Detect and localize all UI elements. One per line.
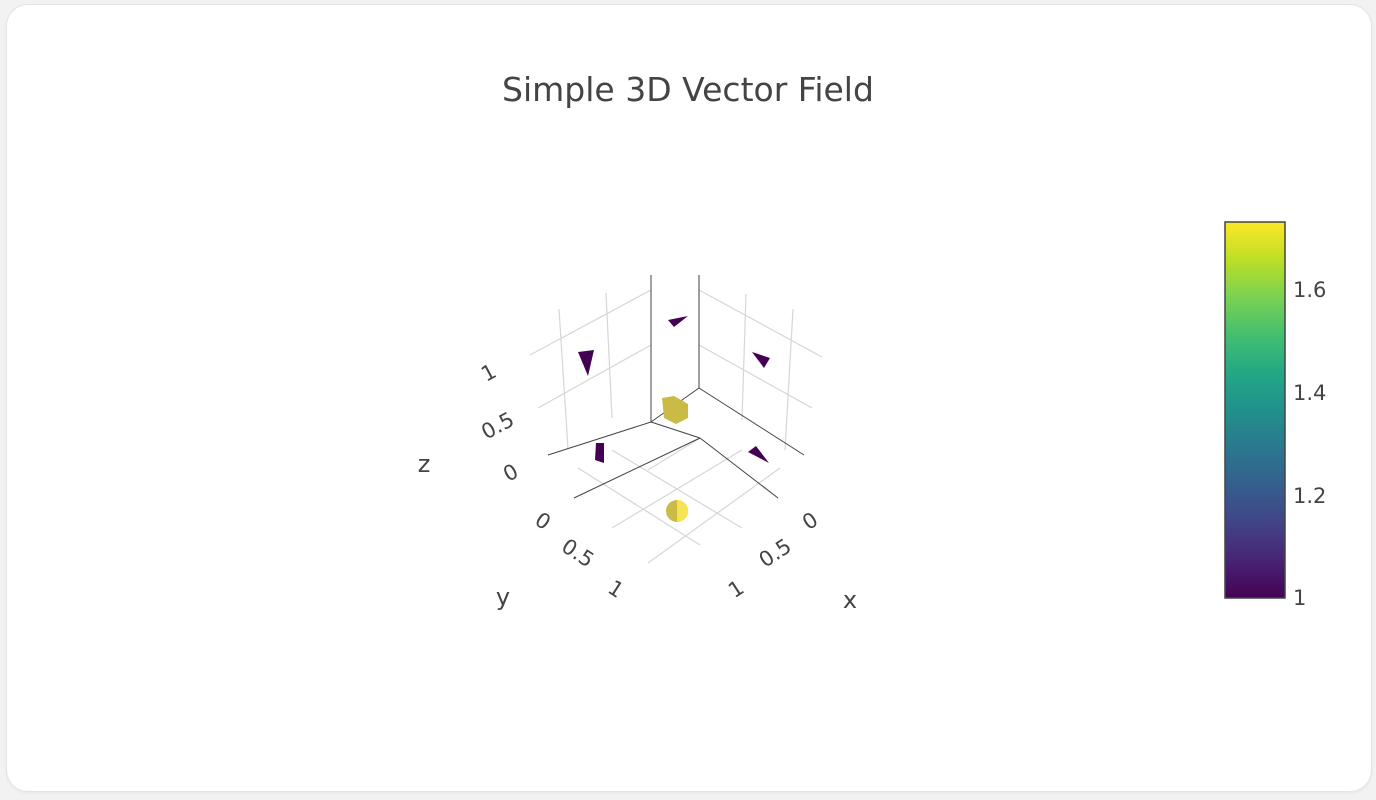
y-tick-label: 0 — [531, 507, 555, 534]
cone-mark — [677, 500, 688, 522]
cone-mark — [578, 350, 594, 376]
x-axis: 0 0.5 1 x — [724, 507, 857, 614]
cone-mark — [668, 316, 688, 327]
z-tick-label: 1 — [477, 359, 500, 386]
y-tick-label: 0.5 — [557, 534, 598, 572]
plot-area[interactable]: 1 0.5 0 z 0 0.5 1 y 0 0.5 1 x 1.6 1.4 1.… — [0, 0, 1376, 800]
colorbar-tick-label: 1.4 — [1293, 381, 1326, 405]
x-tick-label: 1 — [724, 575, 748, 602]
colorbar-tick-label: 1 — [1293, 586, 1306, 610]
z-tick-label: 0.5 — [477, 407, 518, 444]
cone-mark — [662, 396, 688, 424]
x-axis-title: x — [843, 586, 857, 614]
cone-mark — [752, 352, 770, 368]
y-axis-title: y — [496, 583, 510, 611]
scene-axis-lines — [547, 275, 805, 499]
x-tick-label: 0.5 — [755, 534, 796, 572]
colorbar-gradient — [1224, 221, 1286, 599]
cone-mark — [748, 446, 769, 463]
z-axis-title: z — [418, 450, 431, 478]
x-tick-label: 0 — [798, 507, 822, 534]
y-axis: 0 0.5 1 y — [496, 507, 628, 611]
colorbar-tick-label: 1.2 — [1293, 484, 1326, 508]
cone-mark — [595, 443, 604, 463]
colorbar-tick-label: 1.6 — [1293, 278, 1326, 302]
y-tick-label: 1 — [604, 575, 628, 602]
z-tick-label: 0 — [499, 459, 522, 486]
colorbar: 1.6 1.4 1.2 1 — [1224, 221, 1326, 610]
z-axis: 1 0.5 0 z — [418, 359, 523, 486]
